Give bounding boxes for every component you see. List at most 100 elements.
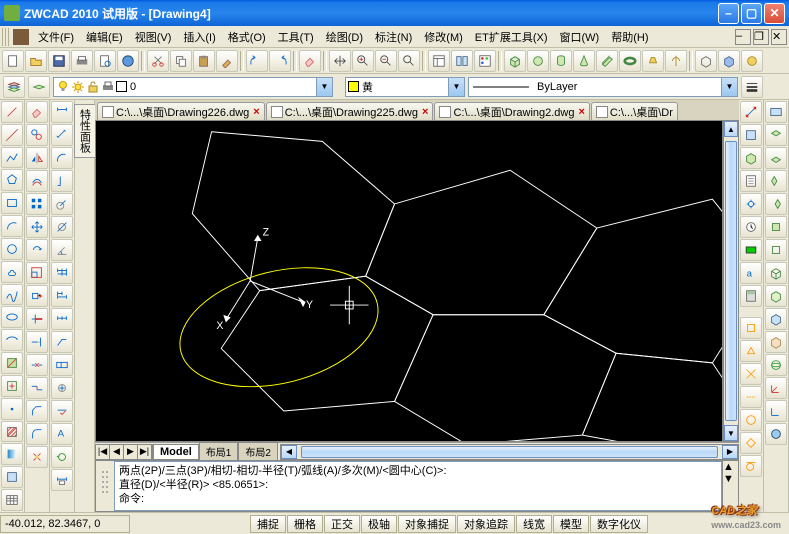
render-button[interactable] — [741, 50, 763, 72]
polygon-button[interactable] — [1, 169, 23, 191]
menu-dimension[interactable]: 标注(N) — [369, 27, 418, 47]
cut-button[interactable] — [147, 50, 169, 72]
table-button[interactable] — [1, 489, 23, 511]
make-block-button[interactable] — [1, 375, 23, 397]
wedge-button[interactable] — [596, 50, 618, 72]
array-button[interactable] — [26, 193, 48, 215]
menu-draw[interactable]: 绘图(D) — [320, 27, 369, 47]
dim-update-button[interactable] — [51, 446, 73, 468]
shade-button[interactable] — [718, 50, 740, 72]
doc-tab[interactable]: C:\...\桌面\Dr — [591, 102, 678, 120]
break-button[interactable] — [26, 354, 48, 376]
digitizer-toggle[interactable]: 数字化仪 — [590, 515, 648, 533]
calc-button[interactable] — [740, 285, 762, 307]
ne-iso-button[interactable] — [765, 308, 787, 330]
linetype-combo[interactable]: ByLayer ▼ — [468, 77, 738, 97]
move-button[interactable] — [26, 216, 48, 238]
prev-tab-button[interactable]: ◀ — [110, 445, 124, 459]
time-button[interactable] — [740, 216, 762, 238]
scroll-up-icon[interactable]: ▲ — [724, 121, 738, 137]
leader-button[interactable] — [51, 331, 73, 353]
menu-tools[interactable]: 工具(T) — [272, 27, 320, 47]
rectangle-button[interactable] — [1, 192, 23, 214]
top-view-button[interactable] — [765, 124, 787, 146]
region-button[interactable] — [1, 466, 23, 488]
cmd-scrollbar[interactable]: ▲ ▼ — [722, 461, 738, 511]
layer-manager-button[interactable] — [3, 76, 25, 98]
tool-palette-button[interactable] — [474, 50, 496, 72]
trim-button[interactable] — [26, 308, 48, 330]
snap-toggle[interactable]: 捕捉 — [250, 515, 286, 533]
region-mass-button[interactable] — [740, 147, 762, 169]
explode-button[interactable] — [26, 446, 48, 468]
minimize-button[interactable]: – — [718, 3, 739, 24]
osnap-tan-button[interactable] — [740, 455, 762, 477]
horizontal-scrollbar[interactable]: ◀ ▶ — [280, 444, 739, 460]
properties-palette-tab[interactable]: 特性面板 — [74, 104, 96, 158]
scroll-down-icon[interactable]: ▼ — [724, 425, 738, 441]
box-button[interactable] — [504, 50, 526, 72]
dropdown-icon[interactable]: ▼ — [448, 78, 464, 96]
ucs-prev-button[interactable] — [765, 400, 787, 422]
menu-help[interactable]: 帮助(H) — [605, 27, 654, 47]
mdi-minimize-button[interactable]: – — [735, 29, 751, 45]
new-button[interactable] — [2, 50, 24, 72]
next-tab-button[interactable]: ▶ — [124, 445, 138, 459]
dropdown-icon[interactable]: ▼ — [721, 78, 737, 96]
revolve-button[interactable] — [665, 50, 687, 72]
osnap-end-button[interactable] — [740, 317, 762, 339]
offset-button[interactable] — [26, 170, 48, 192]
doc-tab[interactable]: C:\...\桌面\Drawing225.dwg× — [266, 102, 434, 120]
sw-iso-button[interactable] — [765, 262, 787, 284]
dim-baseline-button[interactable] — [51, 285, 73, 307]
hide-button[interactable] — [695, 50, 717, 72]
ellipse-button[interactable] — [1, 306, 23, 328]
menu-edit[interactable]: 编辑(E) — [80, 27, 129, 47]
paste-button[interactable] — [193, 50, 215, 72]
dist-button[interactable] — [740, 101, 762, 123]
se-iso-button[interactable] — [765, 285, 787, 307]
layout1-tab[interactable]: 布局1 — [199, 442, 239, 461]
osnap-toggle[interactable]: 对象捕捉 — [398, 515, 456, 533]
vertical-scrollbar[interactable]: ▲ ▼ — [723, 120, 739, 442]
rotate-button[interactable] — [26, 239, 48, 261]
close-tab-icon[interactable]: × — [422, 106, 428, 118]
dim-ordinate-button[interactable] — [51, 170, 73, 192]
setvar-button[interactable]: a — [740, 262, 762, 284]
layer-prev-button[interactable] — [28, 76, 50, 98]
first-tab-button[interactable]: |◀ — [96, 445, 110, 459]
osnap-cen-button[interactable] — [740, 409, 762, 431]
pline-button[interactable] — [1, 147, 23, 169]
ucs-world-button[interactable] — [765, 423, 787, 445]
osnap-int-button[interactable] — [740, 363, 762, 385]
menu-format[interactable]: 格式(O) — [222, 27, 272, 47]
dim-continue-button[interactable] — [51, 308, 73, 330]
extrude-button[interactable] — [642, 50, 664, 72]
gradient-button[interactable] — [1, 443, 23, 465]
scroll-right-icon[interactable]: ▶ — [722, 445, 738, 459]
osnap-mid-button[interactable] — [740, 340, 762, 362]
model-tab[interactable]: Model — [153, 444, 199, 460]
dim-tedit-button[interactable]: A — [51, 423, 73, 445]
named-views-button[interactable] — [765, 101, 787, 123]
front-view-button[interactable] — [765, 216, 787, 238]
fillet-button[interactable] — [26, 423, 48, 445]
publish-button[interactable] — [117, 50, 139, 72]
list-button[interactable] — [740, 170, 762, 192]
tolerance-button[interactable] — [51, 354, 73, 376]
dropdown-icon[interactable]: ▼ — [316, 78, 332, 96]
lwt-toggle[interactable]: 线宽 — [516, 515, 552, 533]
menu-ettools[interactable]: ET扩展工具(X) — [469, 27, 554, 47]
command-input[interactable]: 两点(2P)/三点(3P)/相切-相切-半径(T)/弧线(A)/多次(M)/<圆… — [114, 461, 722, 511]
cylinder-button[interactable] — [550, 50, 572, 72]
doc-tab[interactable]: C:\...\桌面\Drawing2.dwg× — [434, 102, 589, 120]
dim-diameter-button[interactable] — [51, 216, 73, 238]
sphere-button[interactable] — [527, 50, 549, 72]
revcloud-button[interactable] — [1, 261, 23, 283]
polar-toggle[interactable]: 极轴 — [361, 515, 397, 533]
lineweight-button[interactable] — [741, 76, 763, 98]
scroll-down-icon[interactable]: ▼ — [723, 473, 738, 485]
print-button[interactable] — [71, 50, 93, 72]
nw-iso-button[interactable] — [765, 331, 787, 353]
design-center-button[interactable] — [451, 50, 473, 72]
